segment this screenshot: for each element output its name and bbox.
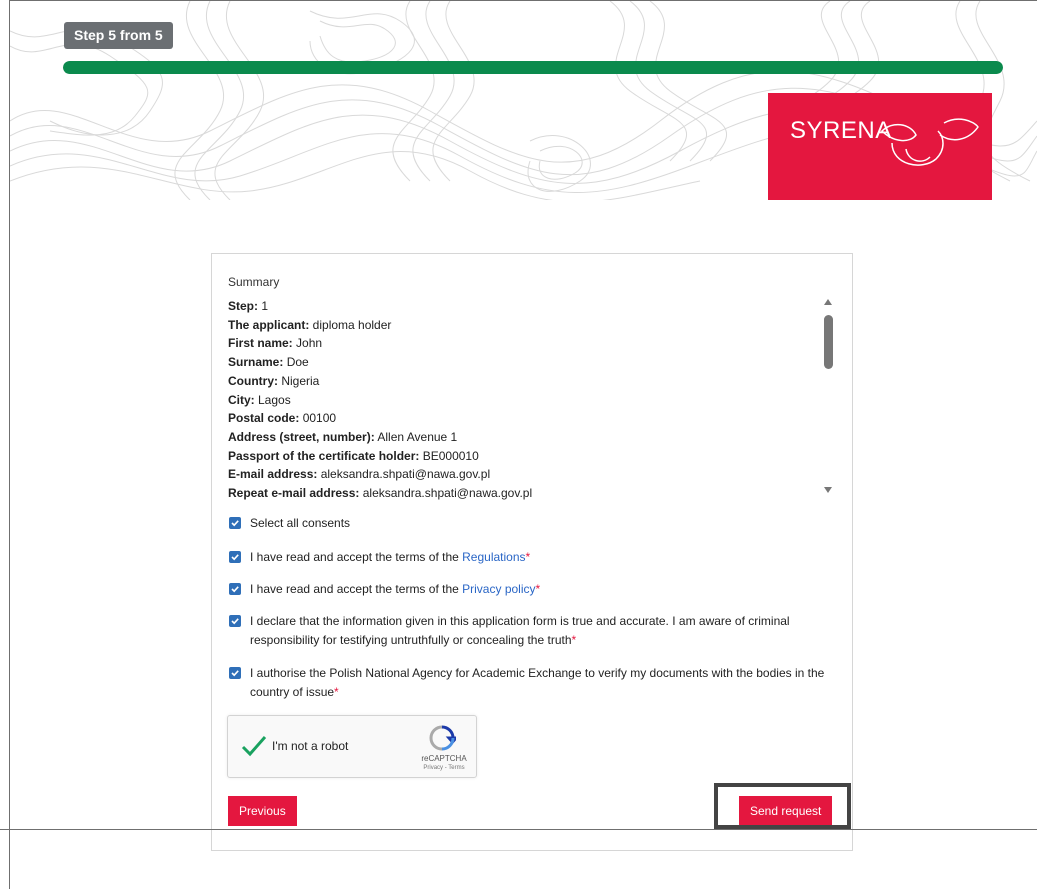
captcha-brand: reCAPTCHA [421,754,467,763]
consent-label: I have read and accept the terms of the … [250,550,531,564]
summary-line: Address (street, number): Allen Avenue 1 [228,429,458,444]
divider-line [0,829,1037,830]
summary-line: Postal code: 00100 [228,411,337,426]
summary-scroll-area[interactable]: Step: 1 The applicant: diploma holder Fi… [228,297,838,500]
summary-line: Surname: Doe [228,355,309,370]
summary-line: E-mail address: aleksandra.shpati@nawa.g… [228,467,491,482]
scroll-thumb[interactable] [824,315,833,369]
summary-line: The applicant: diploma holder [228,317,392,332]
summary-card: Summary Step: 1 The applicant: diploma h… [211,253,853,851]
checkbox-checked-icon[interactable] [229,551,241,563]
summary-line: City: Lagos [228,392,291,407]
step-badge: Step 5 from 5 [64,22,173,49]
checkbox-checked-icon[interactable] [229,517,241,529]
summary-title: Summary [228,275,280,289]
required-mark: * [571,633,577,647]
consent-label: I authorise the Polish National Agency f… [250,666,825,699]
captcha-checkmark-icon[interactable] [240,732,268,760]
summary-line: First name: John [228,336,323,351]
captcha-terms-link[interactable]: Privacy - Terms [414,765,474,771]
send-request-highlight [714,783,851,829]
scroll-up-arrow-icon[interactable] [824,299,832,305]
summary-line: Repeat e-mail address: aleksandra.shpati… [228,486,533,500]
scroll-down-arrow-icon[interactable] [824,487,832,493]
checkbox-checked-icon[interactable] [229,615,241,627]
summary-scrollbar[interactable] [821,299,836,496]
summary-line: Step: 1 [228,299,269,313]
consent-label: I declare that the information given in … [250,614,790,647]
checkbox-checked-icon[interactable] [229,583,241,595]
checkbox-checked-icon[interactable] [229,667,241,679]
required-mark: * [525,550,531,564]
summary-line: Passport of the certificate holder: BE00… [228,448,479,463]
syrena-logo: SYRENA [768,93,992,200]
required-mark: * [334,685,339,699]
consent-label: Select all consents [250,516,351,530]
required-mark: * [535,582,541,596]
regulations-link[interactable]: Regulations [462,550,525,564]
leaf-logo-icon [880,118,979,166]
recaptcha-widget[interactable]: I'm not a robot reCAPTCHA Privacy - Term… [227,715,477,778]
progress-bar-fill [63,61,1003,74]
progress-bar [63,61,1003,74]
recaptcha-logo-icon [429,725,456,751]
privacy-policy-link[interactable]: Privacy policy [462,582,535,596]
summary-line: Country: Nigeria [228,373,320,388]
previous-button[interactable]: Previous [228,796,297,826]
captcha-label: I'm not a robot [272,739,349,753]
consent-label: I have read and accept the terms of the … [250,582,541,596]
